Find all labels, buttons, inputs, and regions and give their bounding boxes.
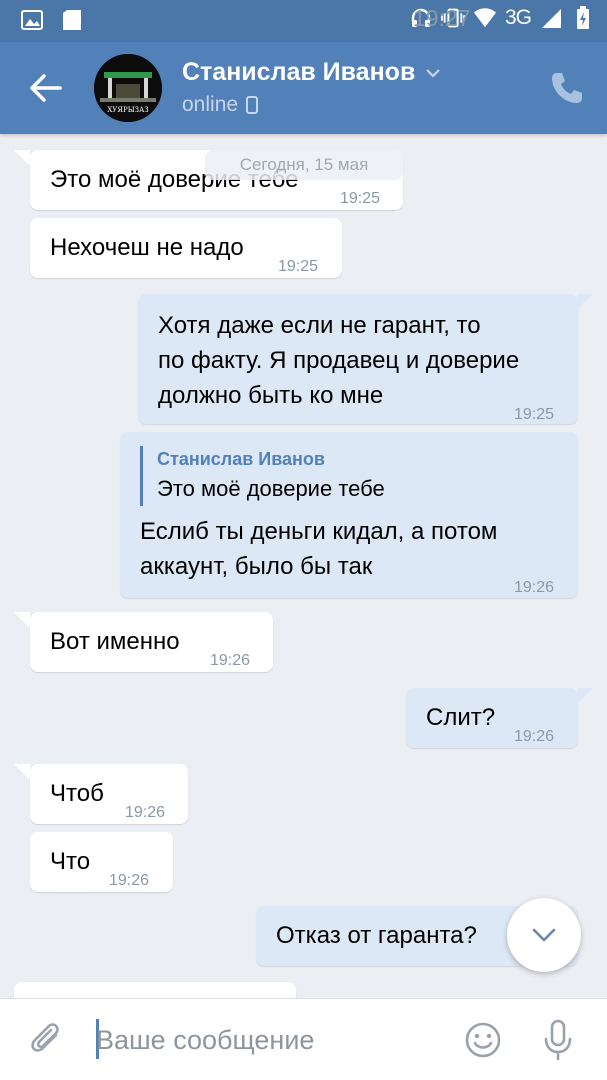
message-composer: Ваше сообщение [0, 998, 607, 1080]
message-time: 19:26 [514, 728, 555, 745]
chevron-down-icon [532, 928, 556, 942]
clock: 19:27 [412, 4, 471, 31]
paperclip-icon [31, 1023, 59, 1052]
message-list[interactable]: Это моё доверие тебе 19:25 Сегодня, 15 м… [0, 134, 607, 998]
voice-message-button[interactable] [543, 1019, 573, 1061]
sd-card-notification-icon [60, 8, 84, 32]
avatar[interactable]: ХУЯРЫЗАЗ [94, 54, 162, 122]
message-incoming[interactable]: Чтоб 19:26 [30, 764, 188, 824]
message-text: Слит? [426, 704, 496, 731]
message-text: Чтоб [50, 780, 104, 807]
message-text: Что [50, 848, 91, 875]
mobile-online-icon [246, 96, 259, 114]
contact-status: online [182, 93, 239, 116]
message-time: 19:26 [210, 652, 251, 669]
emoji-button[interactable] [464, 1021, 502, 1059]
wifi-icon [473, 6, 497, 30]
arrow-left-icon [30, 74, 62, 102]
message-time: 19:26 [109, 872, 150, 889]
bubble-tail [14, 150, 30, 166]
attach-button[interactable] [28, 1021, 66, 1059]
smile-icon [465, 1022, 501, 1058]
chat-header: ХУЯРЫЗАЗ Станислав Иванов online [0, 42, 607, 134]
message-line: Еслиб ты деньги кидал, а потом [140, 518, 498, 545]
battery-charging-icon [571, 6, 595, 30]
contact-name: Станислав Иванов [182, 58, 416, 86]
message-time: 19:26 [125, 804, 166, 821]
date-separator: Сегодня, 15 мая [205, 150, 403, 180]
message-line: аккаунт, было бы так [140, 553, 373, 580]
message-time: 19:25 [340, 190, 381, 207]
chat-title[interactable]: Станислав Иванов online [182, 58, 441, 117]
message-input[interactable]: Ваше сообщение [96, 1019, 426, 1061]
message-incoming[interactable]: Нехочеш не надо 19:25 [30, 218, 342, 278]
status-bar: 3G 19:27 [0, 0, 607, 42]
avatar-caption: ХУЯРЫЗАЗ [107, 106, 149, 114]
call-button[interactable] [549, 70, 585, 106]
reply-quote[interactable]: Станислав Иванов Это моё доверие тебе [140, 446, 550, 506]
microphone-icon [544, 1019, 572, 1061]
reply-text: Это моё доверие тебе [157, 476, 385, 501]
message-outgoing-reply[interactable]: Станислав Иванов Это моё доверие тебе Ес… [120, 432, 578, 598]
message-incoming[interactable]: Что 19:26 [30, 832, 173, 892]
back-button[interactable] [26, 70, 66, 106]
network-type: 3G [504, 6, 532, 29]
message-text: Отказ от гаранта? [276, 922, 477, 949]
bubble-tail [577, 688, 593, 704]
message-outgoing[interactable]: Хотя даже если не гарант, то по факту. Я… [138, 294, 578, 424]
message-text: Вот именно [50, 628, 180, 655]
bubble-tail [14, 764, 30, 780]
gallery-notification-icon [20, 8, 44, 32]
reply-author: Станислав Иванов [157, 449, 325, 469]
message-time: 19:26 [514, 579, 555, 596]
message-time: 19:25 [514, 406, 555, 423]
message-line: Хотя даже если не гарант, то [158, 312, 481, 339]
message-text: Нехочеш не надо [50, 234, 244, 261]
message-line: по факту. Я продавец и доверие [158, 347, 520, 374]
signal-icon [539, 6, 563, 30]
message-time: 19:25 [278, 258, 319, 275]
chevron-down-icon [426, 68, 441, 78]
message-incoming-partial[interactable] [14, 982, 296, 998]
message-incoming[interactable]: Вот именно 19:26 [30, 612, 273, 672]
message-outgoing[interactable]: Слит? 19:26 [406, 688, 578, 748]
phone-icon [552, 73, 582, 103]
message-line: должно быть ко мне [158, 382, 384, 409]
bubble-tail [577, 294, 593, 310]
scroll-to-bottom-button[interactable] [507, 898, 581, 972]
bubble-tail [14, 612, 30, 628]
